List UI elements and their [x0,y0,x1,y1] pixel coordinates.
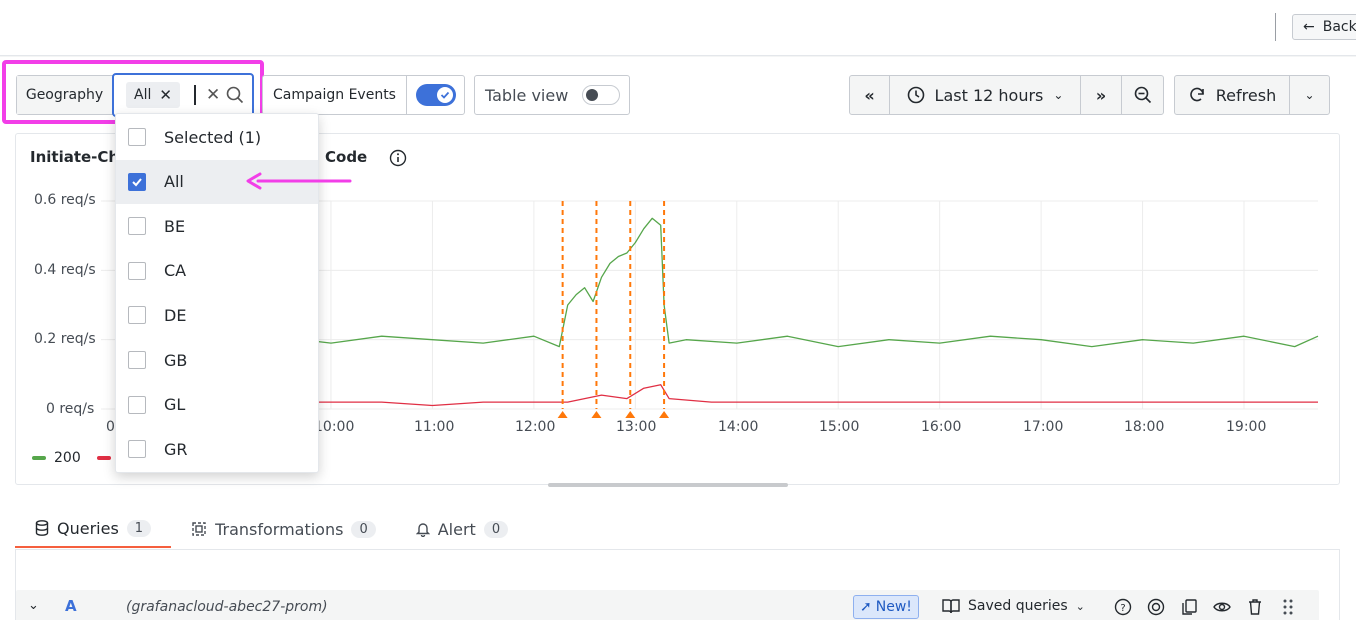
annotation-marker [557,411,568,418]
tab-count: 1 [126,519,152,537]
new-badge[interactable]: ➚ New! [853,595,919,619]
saved-queries-label: Saved queries [968,598,1068,614]
checkbox[interactable] [128,440,146,459]
checkbox[interactable] [128,306,146,325]
dropdown-option[interactable]: GL [116,383,318,427]
checkbox[interactable] [128,217,146,236]
x-tick-label: 13:00 [616,419,657,435]
option-label: All [164,172,184,192]
checkbox[interactable] [128,395,146,414]
checkbox[interactable] [128,351,146,369]
option-label: BE [164,216,186,236]
tab-queries[interactable]: Queries 1 [15,510,172,548]
x-tick-label: 15:00 [819,419,860,435]
x-tick-label: 16:00 [921,419,962,435]
x-tick-label: 0 [106,419,115,435]
checkbox-checked[interactable] [128,172,146,191]
geography-options-menu: Selected (1) All BE CA DE GB GL GR [115,113,319,473]
dropdown-option[interactable]: Selected (1) [116,115,318,159]
annotation-marker [625,411,636,418]
chevron-down-icon[interactable]: ⌄ [28,598,39,613]
query-row: ⌄ A (grafanacloud-abec27-prom) ➚ New! Sa… [16,590,1319,620]
pointer-arrow [246,172,352,190]
trash-icon[interactable] [1246,598,1264,616]
chevron-down-icon: ⌄ [1075,599,1085,613]
eye-icon[interactable] [1213,598,1231,616]
option-label: DE [164,305,187,325]
book-icon [942,599,960,614]
tab-count: 0 [483,520,509,538]
query-ref[interactable]: A [65,597,77,615]
x-tick-label: 18:00 [1124,419,1165,435]
inspector-icon[interactable] [1147,598,1165,616]
transform-icon [192,522,206,536]
saved-queries-button[interactable]: Saved queries ⌄ [942,598,1085,614]
option-label: Selected (1) [164,127,262,147]
dropdown-option[interactable]: CA [116,249,318,293]
series-line [302,217,1319,348]
editor-tabs: Queries 1 Transformations 0 Alert 0 [15,510,528,550]
series-line [302,384,1318,407]
annotation-marker [659,411,670,418]
x-tick-label: 14:00 [718,419,759,435]
x-tick-label: 11:00 [414,419,455,435]
legend-label[interactable]: 200 [54,450,81,466]
help-icon[interactable]: ? [1114,598,1132,616]
tab-label: Alert [437,519,476,539]
rocket-icon: ➚ [860,599,872,615]
duplicate-icon[interactable] [1180,598,1198,616]
svg-text:?: ? [1120,603,1125,614]
query-datasource: (grafanacloud-abec27-prom) [126,599,328,615]
dropdown-option[interactable]: BE [116,204,318,248]
database-icon [35,520,49,536]
tab-count: 0 [351,520,376,538]
dropdown-option[interactable]: GB [116,338,318,382]
checkbox[interactable] [128,261,146,280]
annotation-marker [591,411,602,418]
checkbox[interactable] [128,128,146,146]
x-tick-label: 17:00 [1023,419,1064,435]
bell-icon [415,523,430,537]
new-badge-label: New! [875,599,912,615]
legend-swatch [32,456,46,460]
tab-label: Transformations [215,519,344,539]
x-tick-label: 12:00 [515,419,556,435]
tab-label: Queries [57,518,119,538]
dropdown-option[interactable]: DE [116,293,318,337]
drag-handle-icon[interactable] [1279,598,1297,616]
option-label: GL [164,395,186,415]
query-actions: ? [1114,598,1297,616]
tab-transformations[interactable]: Transformations 0 [171,510,396,548]
option-label: GR [164,439,188,459]
option-label: GB [164,350,188,370]
x-tick-label: 10:00 [314,419,355,435]
legend-swatch [96,456,111,460]
dropdown-option[interactable]: GR [116,427,318,471]
chart-legend: 200 [32,450,111,466]
check-icon [132,177,142,187]
x-tick-label: 19:00 [1226,419,1267,435]
option-label: CA [164,261,187,281]
horizontal-scrollbar[interactable] [548,483,788,487]
tab-alert[interactable]: Alert 0 [396,510,528,548]
